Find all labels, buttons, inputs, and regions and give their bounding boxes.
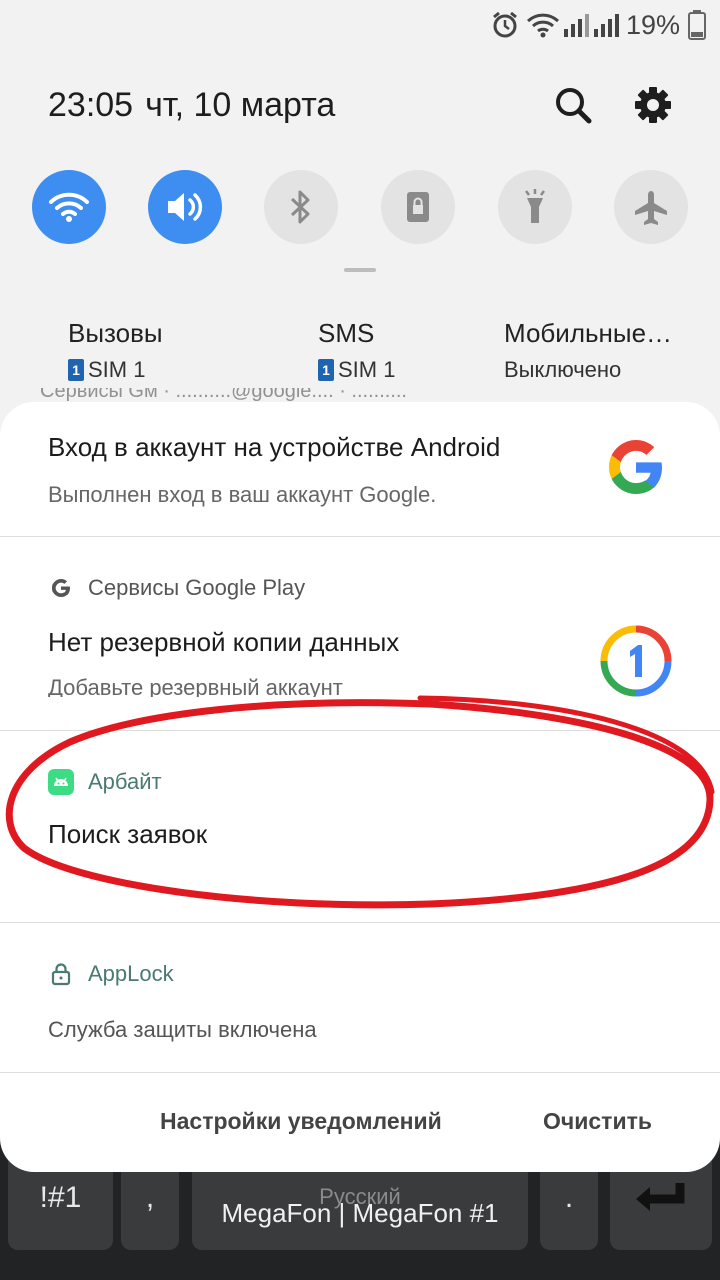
notification-arbait[interactable]: Арбайт Поиск заявок: [0, 731, 720, 923]
sim-mobile-data-setting[interactable]: Мобильные… Выключено: [504, 318, 672, 383]
google-small-icon: [48, 575, 74, 601]
sim-calls-sub: SIM 1: [88, 357, 146, 382]
notification-panel: Вход в аккаунт на устройстве Android Вып…: [0, 402, 720, 1172]
signal-sim1-icon: [562, 10, 590, 40]
google-one-icon: [600, 625, 672, 697]
notification-title: Поиск заявок: [48, 819, 208, 849]
qs-flashlight-toggle[interactable]: [498, 170, 572, 244]
qs-bluetooth-toggle[interactable]: [264, 170, 338, 244]
notification-applock[interactable]: AppLock Служба защиты включена: [0, 923, 720, 1073]
notification-body: Служба защиты включена: [48, 1017, 317, 1042]
clock: 23:05: [48, 86, 134, 124]
date: чт, 10 марта: [145, 86, 336, 124]
sim-calls-setting[interactable]: Вызовы 1 SIM 1: [68, 318, 163, 383]
qs-airplane-toggle[interactable]: [614, 170, 688, 244]
drag-handle[interactable]: [344, 268, 376, 272]
sim-sms-title: SMS: [318, 318, 375, 348]
notification-app-row: Сервисы Google Play: [48, 575, 305, 601]
battery-percent: 19%: [626, 9, 681, 40]
android-icon: [48, 769, 74, 795]
qs-wifi-toggle[interactable]: [32, 170, 106, 244]
sim-calls-title: Вызовы: [68, 318, 163, 348]
sim-badge: 1: [318, 359, 334, 381]
sim-sms-value: 1 SIM 1: [318, 357, 395, 383]
notification-title: Вход в аккаунт на устройстве Android: [48, 432, 501, 462]
qs-rotation-lock-toggle[interactable]: [381, 170, 455, 244]
date-time: 23:05 чт, 10 марта: [48, 86, 335, 125]
notification-settings-button[interactable]: Настройки уведомлений: [160, 1108, 442, 1135]
battery-icon: [688, 10, 706, 40]
notification-app-name: Арбайт: [88, 769, 162, 794]
notification-app-name: AppLock: [88, 961, 174, 986]
wifi-status-icon: [526, 10, 560, 40]
status-bar: 19%: [0, 0, 720, 50]
carrier-label: MegaFon | MegaFon #1: [221, 1198, 499, 1228]
signal-sim2-icon: [592, 10, 620, 40]
sim-badge: 1: [68, 359, 84, 381]
notification-backup[interactable]: Сервисы Google Play Нет резервной копии …: [0, 537, 720, 731]
rotation-lock-icon: [407, 192, 429, 222]
notification-body: Выполнен вход в ваш аккаунт Google.: [48, 482, 437, 507]
gear-icon[interactable]: [630, 82, 676, 128]
sim-calls-value: 1 SIM 1: [68, 357, 163, 383]
flashlight-icon: [525, 189, 545, 223]
google-g-icon: [609, 440, 662, 494]
notification-body: Добавьте резервный аккаунт: [48, 675, 343, 697]
airplane-icon: [635, 191, 667, 225]
qs-sound-toggle[interactable]: [148, 170, 222, 244]
sim-sms-setting[interactable]: SMS 1 SIM 1: [318, 318, 395, 383]
notification-app-row: AppLock: [48, 961, 174, 987]
notification-google-signin[interactable]: Вход в аккаунт на устройстве Android Вып…: [0, 402, 720, 537]
sim-sms-sub: SIM 1: [338, 357, 396, 382]
scrolled-notification-text: Сервисы Gм · ..........@google.... · ...…: [40, 388, 407, 402]
notification-app-row: Арбайт: [48, 769, 162, 795]
alarm-icon: [490, 10, 520, 40]
notification-title: Нет резервной копии данных: [48, 627, 400, 657]
sim-mobile-data-title: Мобильные…: [504, 318, 673, 348]
speaker-icon: [168, 193, 203, 221]
clear-button[interactable]: Очистить: [543, 1108, 652, 1135]
search-icon[interactable]: [550, 82, 596, 128]
bluetooth-icon: [290, 190, 310, 224]
lock-icon: [48, 961, 74, 987]
notification-app-name: Сервисы Google Play: [88, 575, 306, 600]
sim-mobile-data-sub: Выключено: [504, 357, 622, 382]
wifi-icon: [49, 192, 89, 222]
